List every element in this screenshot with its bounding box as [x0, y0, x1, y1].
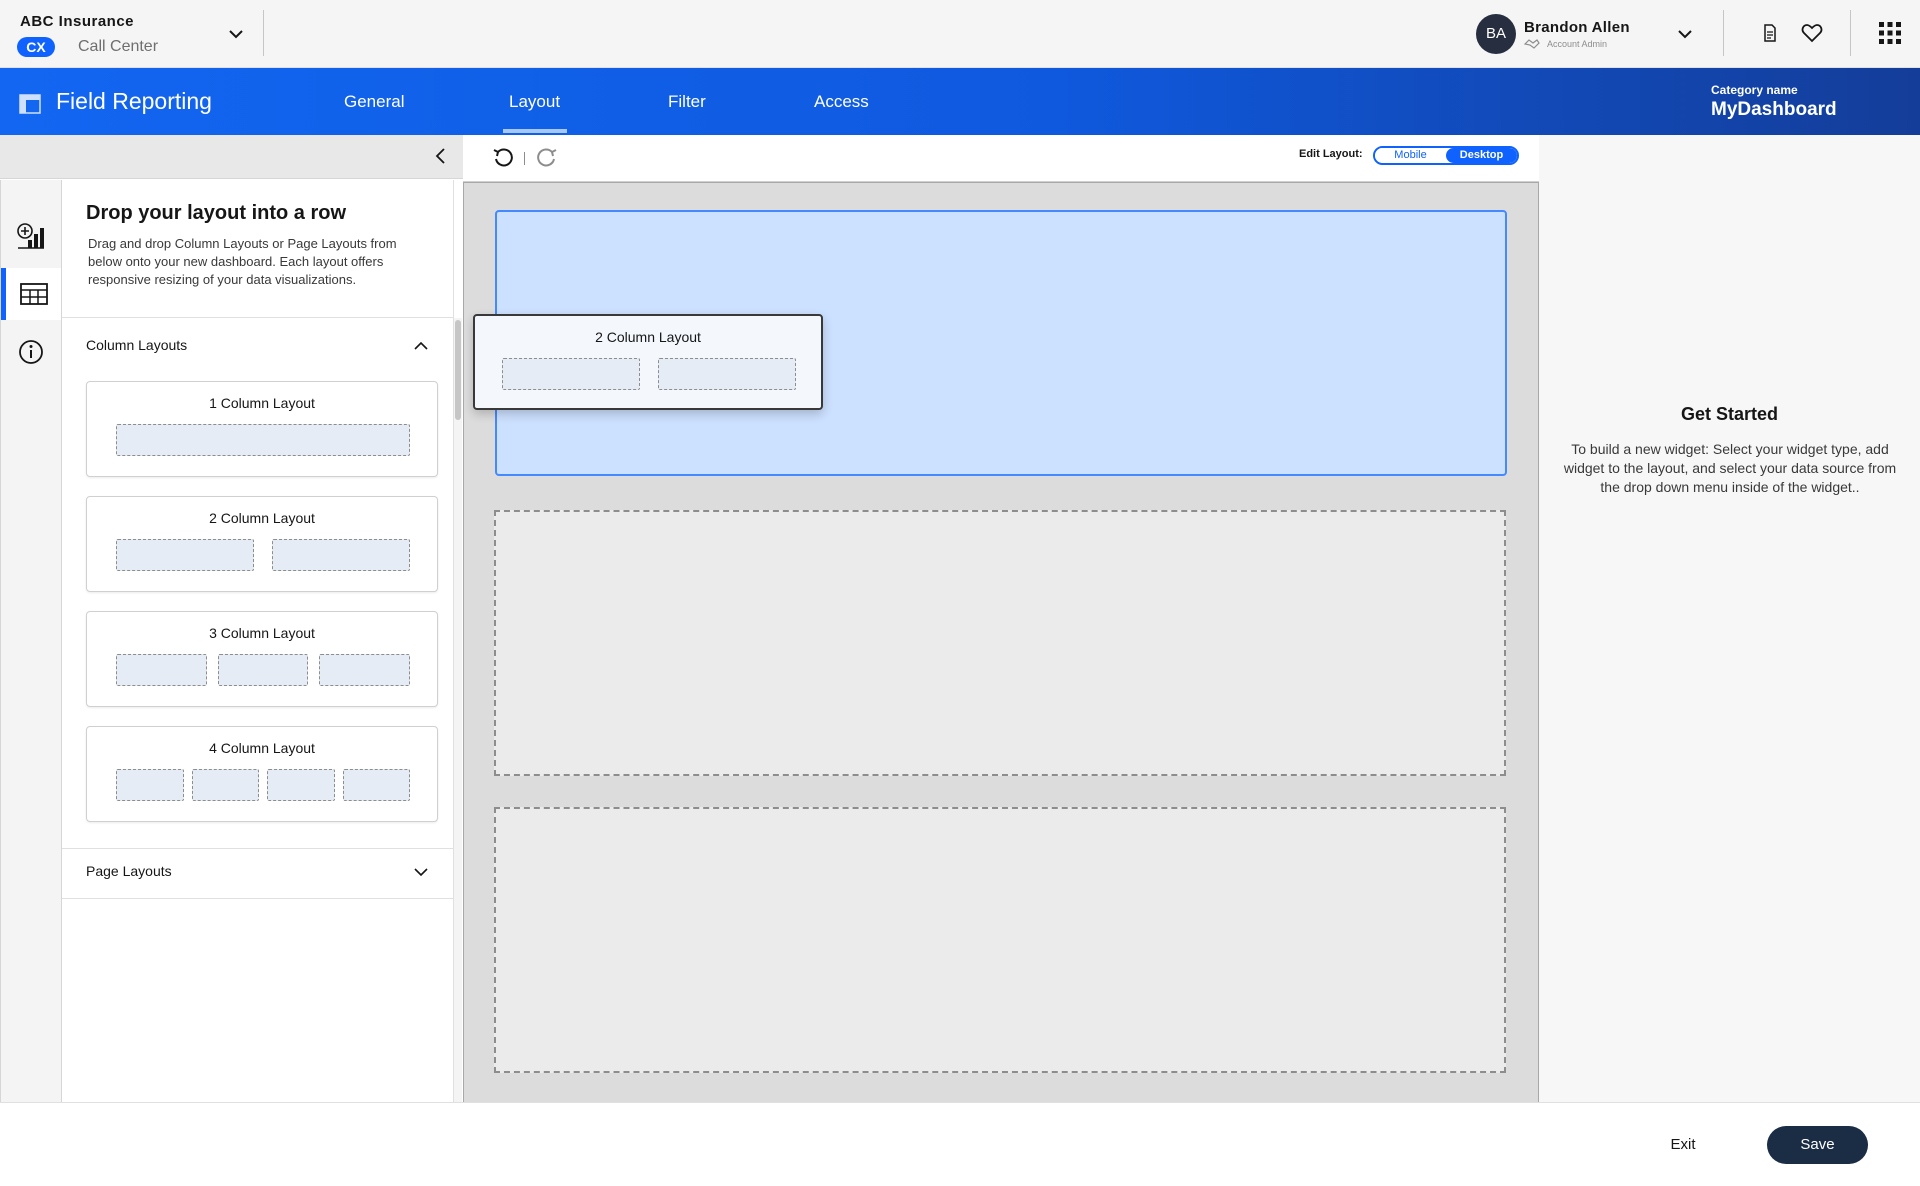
layout-mode-toggle[interactable]: Mobile Desktop: [1373, 146, 1519, 165]
category-value: MyDashboard: [1711, 99, 1837, 120]
favorite-heart-icon[interactable]: [1799, 20, 1825, 46]
top-divider: [1850, 10, 1851, 56]
get-started-title: Get Started: [1680, 404, 1779, 424]
toolbar-separator: [524, 152, 525, 165]
divider: [62, 898, 454, 899]
get-started-text: To build a new widget: Select your widge…: [1563, 441, 1897, 495]
edit-layout-label: Edit Layout:: [1299, 148, 1363, 160]
dashboard-app-icon: [19, 94, 41, 114]
toggle-mobile-option[interactable]: Mobile: [1375, 148, 1446, 163]
org-subtitle: Call Center: [78, 38, 159, 55]
add-chart-icon: [17, 223, 44, 249]
column-slot: [218, 654, 308, 686]
tab-layout[interactable]: Layout: [509, 92, 560, 112]
info-icon: [19, 340, 43, 364]
drop-row[interactable]: [494, 510, 1506, 776]
column-slot: [116, 424, 410, 456]
tab-general[interactable]: General: [344, 92, 404, 112]
column-layouts-accordion-label[interactable]: Column Layouts: [86, 337, 187, 353]
toggle-desktop-option[interactable]: Desktop: [1446, 148, 1517, 163]
user-menu-chevron-down-icon[interactable]: [1675, 24, 1695, 44]
layout-card-2-column[interactable]: 2 Column Layout: [86, 496, 438, 592]
panel-title: Drop your layout into a row: [86, 202, 347, 224]
layout-card-title: 3 Column Layout: [209, 625, 315, 641]
org-switcher-chevron-down-icon[interactable]: [226, 24, 246, 44]
avatar[interactable]: BA: [1476, 14, 1516, 54]
top-bar: [0, 0, 1920, 68]
panel-scrollbar-thumb[interactable]: [455, 320, 461, 420]
top-divider: [1723, 10, 1724, 56]
user-role: Account Admin: [1547, 39, 1608, 49]
tab-access[interactable]: Access: [814, 92, 869, 112]
document-icon[interactable]: [1757, 20, 1783, 46]
column-slot: [116, 654, 207, 686]
exit-button[interactable]: Exit: [1656, 1129, 1710, 1161]
left-panel-toolbar: [0, 135, 463, 179]
column-slot: [267, 769, 335, 801]
app-header: Field Reporting General Layout Filter Ac…: [0, 68, 1920, 135]
column-slot: [343, 769, 410, 801]
column-slot: [319, 654, 410, 686]
divider: [62, 317, 454, 318]
layout-card-title: 4 Column Layout: [209, 740, 315, 756]
drop-row[interactable]: [494, 807, 1506, 1073]
dragging-layout-card[interactable]: 2 Column Layout: [473, 314, 823, 410]
column-slot: [272, 539, 410, 571]
rail-layouts-button[interactable]: [1, 268, 61, 320]
layout-card-4-column[interactable]: 4 Column Layout: [86, 726, 438, 822]
chevron-down-icon[interactable]: [412, 863, 430, 881]
dragging-card-title: 2 Column Layout: [595, 329, 701, 345]
redo-icon[interactable]: [535, 146, 559, 170]
active-tab-indicator: [503, 129, 567, 133]
column-slot: [192, 769, 259, 801]
page-layouts-accordion-label[interactable]: Page Layouts: [86, 863, 172, 879]
user-name: Brandon Allen: [1524, 19, 1630, 36]
column-slot: [116, 769, 184, 801]
column-slot: [502, 358, 640, 390]
column-slot: [116, 539, 254, 571]
layout-card-3-column[interactable]: 3 Column Layout: [86, 611, 438, 707]
layout-card-title: 2 Column Layout: [209, 510, 315, 526]
divider: [62, 848, 454, 849]
panel-scrollbar-track[interactable]: [454, 318, 462, 1102]
collapse-panel-chevron-left-icon[interactable]: [430, 145, 452, 167]
cx-badge: CX: [17, 37, 55, 57]
table-layout-icon: [19, 283, 48, 305]
save-button[interactable]: Save: [1767, 1126, 1868, 1164]
chevron-up-icon[interactable]: [412, 337, 430, 355]
layout-card-1-column[interactable]: 1 Column Layout: [86, 381, 438, 477]
app-title: Field Reporting: [56, 88, 212, 114]
column-slot: [658, 358, 796, 390]
handshake-icon: [1524, 39, 1540, 49]
footer-bar: [0, 1102, 1920, 1186]
undo-icon[interactable]: [491, 146, 515, 170]
right-panel: [1539, 135, 1920, 1102]
panel-description: Drag and drop Column Layouts or Page Lay…: [88, 236, 397, 287]
category-label: Category name: [1711, 83, 1798, 97]
top-divider: [263, 10, 264, 56]
org-name: ABC Insurance: [20, 13, 135, 30]
layouts-panel: Drop your layout into a row Drag and dro…: [62, 180, 454, 1102]
layout-card-title: 1 Column Layout: [209, 395, 315, 411]
app-switcher-grid-icon[interactable]: [1877, 20, 1903, 46]
rail-widgets-button[interactable]: [1, 210, 61, 262]
rail-info-button[interactable]: [1, 326, 61, 378]
tab-filter[interactable]: Filter: [668, 92, 706, 112]
